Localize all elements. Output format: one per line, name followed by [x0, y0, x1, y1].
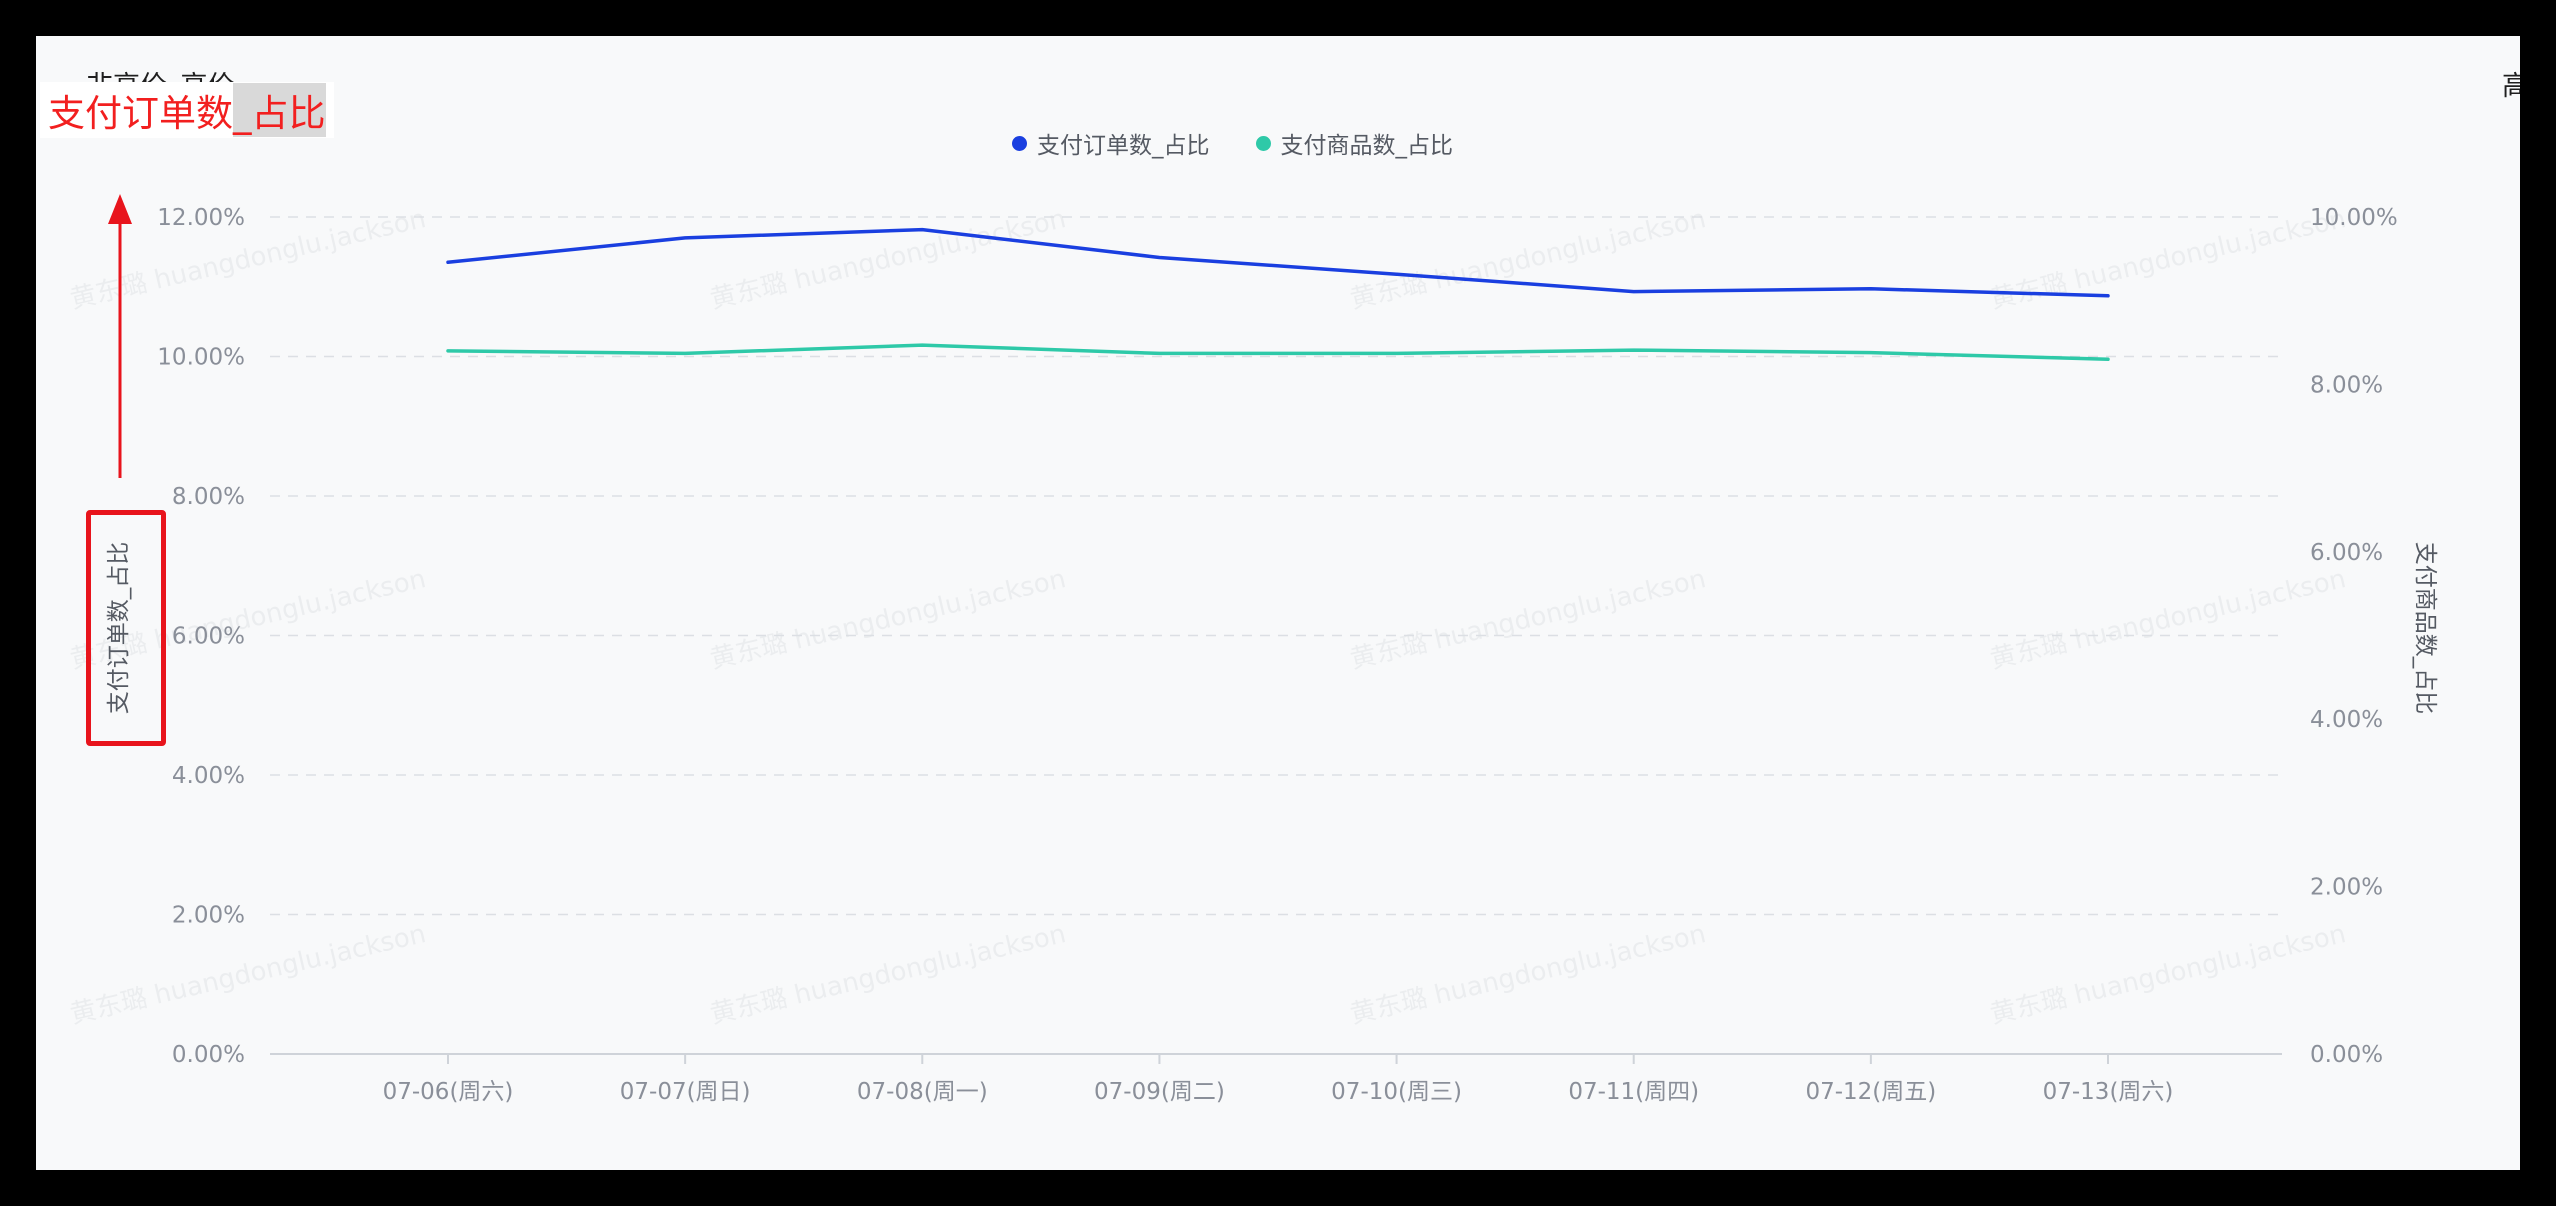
line-chart: 0.00% 2.00% 4.00% 6.00% 8.00% 10.00% 12.00% 0.…: [106, 194, 2438, 1105]
right-tick-label: 10.00%: [2310, 205, 2398, 231]
left-axis-ticks: 0.00% 2.00% 4.00% 6.00% 8.00% 10.00% 12.00%: [157, 205, 245, 1068]
x-tick-label: 07-06(周六): [383, 1079, 514, 1105]
legend-item-goods-share[interactable]: 支付商品数_占比: [1255, 126, 1454, 160]
right-axis-title: 支付商品数_占比: [2412, 542, 2438, 715]
right-tick-label: 8.00%: [2310, 372, 2383, 398]
x-tick-label: 07-12(周五): [1805, 1079, 1936, 1105]
left-tick-label: 10.00%: [157, 345, 245, 371]
grid-lines: [270, 216, 2282, 916]
left-tick-label: 12.00%: [157, 205, 245, 231]
right-tick-label: 6.00%: [2310, 540, 2383, 566]
annotation-arrow: [108, 194, 132, 478]
legend-dot-goods-share: [1255, 135, 1271, 151]
legend-dot-order-share: [1012, 135, 1027, 151]
x-tick-label: 07-09(周二): [1094, 1079, 1225, 1105]
legend-label-order-share: 支付订单数_占比: [1037, 133, 1210, 159]
x-tick-label: 07-11(周四): [1568, 1079, 1699, 1105]
left-tick-label: 0.00%: [172, 1042, 245, 1068]
x-tick-label: 07-08(周一): [857, 1079, 988, 1105]
left-tick-label: 6.00%: [172, 624, 245, 650]
left-tick-label: 4.00%: [172, 763, 245, 789]
x-axis: 07-06(周六) 07-07(周日) 07-08(周一) 07-09(周二) 07-1…: [270, 1053, 2282, 1105]
left-tick-label: 8.00%: [172, 484, 245, 510]
x-tick-label: 07-10(周三): [1331, 1079, 1462, 1105]
series-lines: [446, 227, 2110, 362]
annotation-highlight-box: [86, 510, 166, 746]
left-tick-label: 2.00%: [172, 903, 245, 929]
annotation-callout: 支付订单数 _占比: [40, 82, 334, 138]
right-tick-label: 2.00%: [2310, 875, 2383, 901]
series-line-1[interactable]: [446, 227, 2110, 298]
right-tick-label: 0.00%: [2310, 1042, 2383, 1068]
legend-label-goods-share: 支付商品数_占比: [1280, 133, 1454, 159]
right-axis-ticks: 0.00% 2.00% 4.00% 6.00% 8.00% 10.00%: [2310, 205, 2398, 1068]
callout-highlight: _占比: [233, 83, 326, 137]
x-tick-label: 07-07(周日): [620, 1079, 751, 1105]
callout-text: 支付订单数: [48, 92, 233, 135]
legend-item-order-share[interactable]: 支付订单数_占比: [1012, 126, 1210, 160]
x-tick-label: 07-13(周六): [2043, 1079, 2174, 1105]
chart-legend: 支付订单数_占比 支付商品数_占比: [1012, 126, 1453, 160]
right-tick-label: 4.00%: [2310, 707, 2383, 733]
